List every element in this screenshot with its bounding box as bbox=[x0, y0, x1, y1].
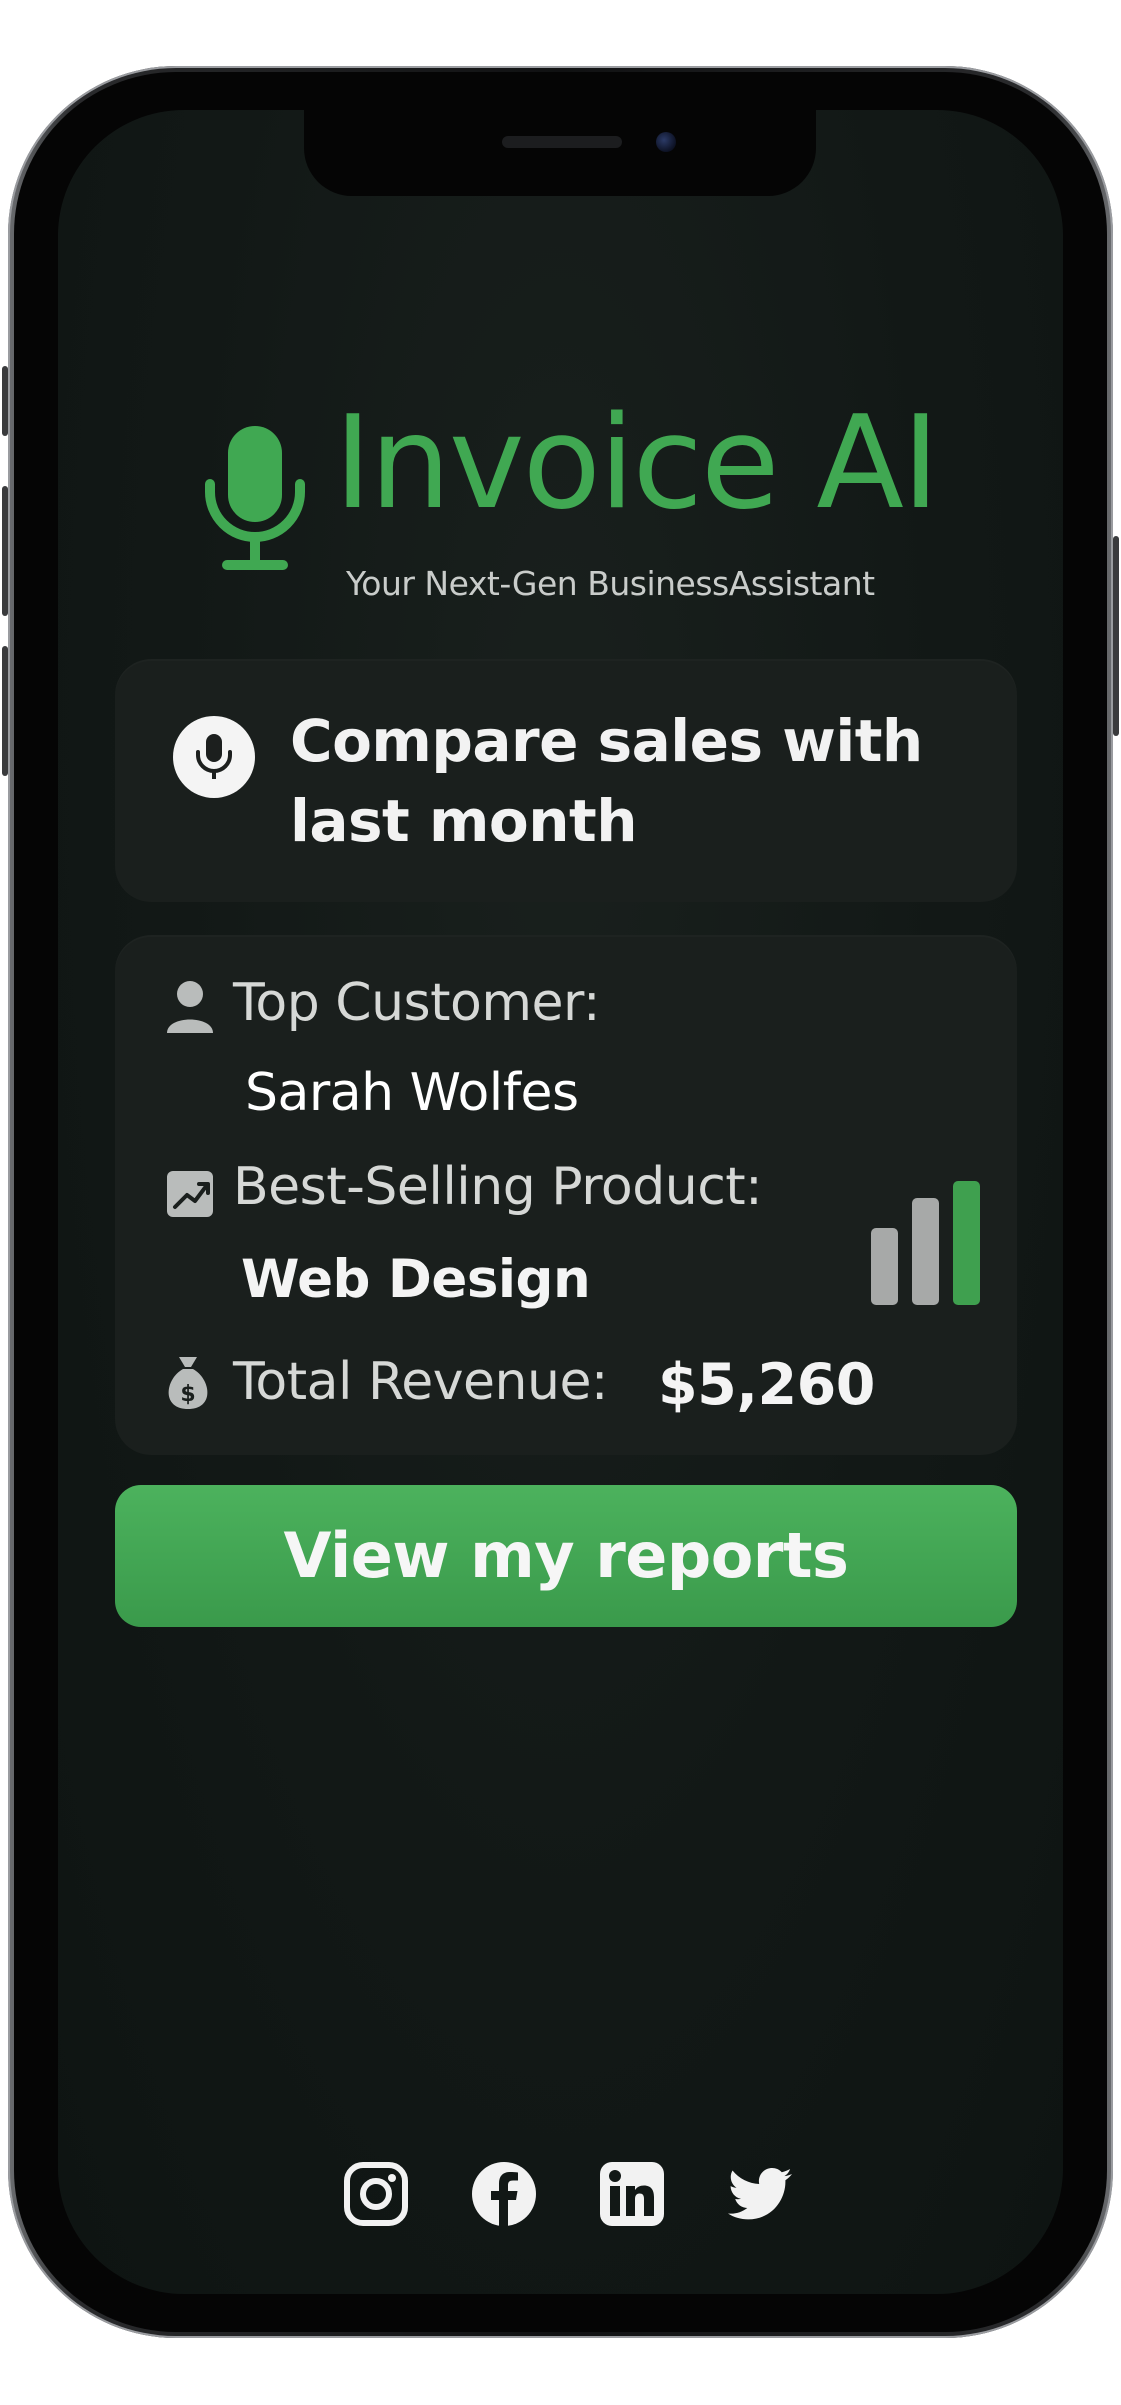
page: Invoice AI Your Next-Gen BusinessAssista… bbox=[0, 0, 1121, 2405]
linkedin-icon[interactable] bbox=[598, 2160, 666, 2228]
side-button bbox=[2, 366, 8, 436]
revenue-value: $5,260 bbox=[658, 1352, 875, 1418]
speaker-grille bbox=[502, 136, 622, 148]
facebook-icon[interactable] bbox=[470, 2160, 538, 2228]
bar-chart-icon-bar bbox=[912, 1198, 939, 1305]
app-tagline: Your Next-Gen BusinessAssistant bbox=[346, 564, 875, 603]
voice-input-button[interactable] bbox=[173, 716, 255, 798]
top-customer-value: Sarah Wolfes bbox=[245, 1063, 579, 1123]
voice-query-text: Compare sales with last month bbox=[290, 707, 923, 855]
voice-query-card[interactable]: Compare sales with last month bbox=[115, 659, 1017, 902]
best-product-value: Web Design bbox=[241, 1249, 591, 1310]
bar-chart-icon bbox=[871, 1181, 981, 1305]
side-button bbox=[2, 486, 8, 616]
top-customer-label: Top Customer: bbox=[233, 973, 600, 1033]
side-button bbox=[1113, 536, 1119, 736]
front-camera bbox=[656, 132, 676, 152]
microphone-icon bbox=[205, 426, 305, 570]
revenue-label: Total Revenue: bbox=[233, 1352, 608, 1412]
view-reports-button[interactable]: View my reports bbox=[115, 1485, 1017, 1627]
twitter-icon[interactable] bbox=[728, 2160, 796, 2228]
app-logo: Invoice AI Your Next-Gen BusinessAssista… bbox=[200, 400, 980, 640]
money-bag-icon: $ bbox=[168, 1357, 208, 1409]
notch bbox=[304, 110, 816, 196]
business-summary-card: Top Customer: Sarah Wolfes Best-Selling … bbox=[115, 935, 1017, 1455]
microphone-icon bbox=[196, 734, 232, 779]
phone-frame: Invoice AI Your Next-Gen BusinessAssista… bbox=[2, 66, 1119, 2338]
app-title: Invoice AI bbox=[334, 389, 940, 538]
social-links bbox=[342, 2160, 822, 2232]
trend-chart-icon bbox=[167, 1171, 213, 1217]
bar-chart-icon-bar bbox=[871, 1228, 898, 1305]
phone-screen: Invoice AI Your Next-Gen BusinessAssista… bbox=[58, 110, 1063, 2294]
person-icon bbox=[167, 981, 213, 1033]
side-button bbox=[2, 646, 8, 776]
best-product-label: Best-Selling Product: bbox=[233, 1157, 763, 1217]
bar-chart-icon-bar bbox=[953, 1181, 980, 1305]
instagram-icon[interactable] bbox=[342, 2160, 410, 2228]
svg-text:$: $ bbox=[180, 1382, 195, 1407]
